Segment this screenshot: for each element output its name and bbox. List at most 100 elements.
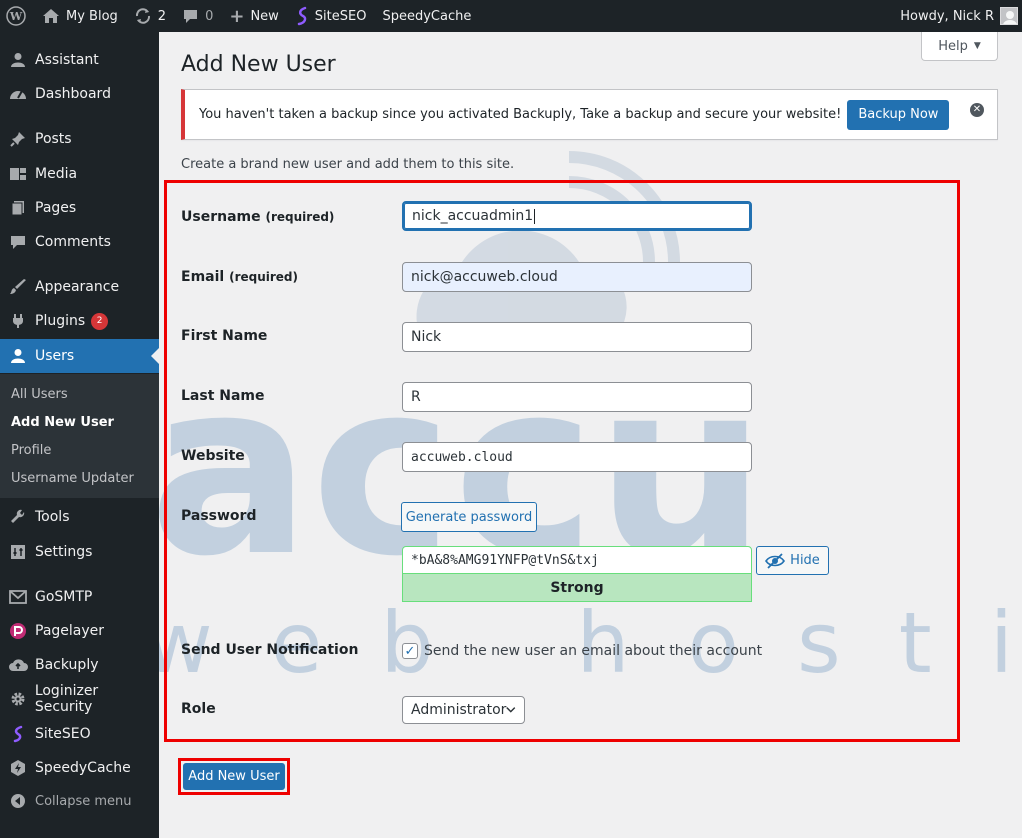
gear-icon	[8, 689, 28, 709]
menu-tools[interactable]: Tools	[0, 500, 159, 534]
chevron-down-icon	[506, 707, 516, 713]
email-value: nick@accuweb.cloud	[411, 269, 558, 285]
brush-icon	[8, 277, 28, 297]
speedycache-link[interactable]: SpeedyCache	[374, 0, 479, 32]
submenu-all-users[interactable]: All Users	[11, 387, 68, 402]
menu-label: Plugins	[35, 313, 86, 329]
speedycache-label: SpeedyCache	[382, 8, 472, 24]
new-content-link[interactable]: + New	[221, 0, 286, 32]
menu-siteseo[interactable]: SiteSEO	[0, 717, 159, 751]
email-input[interactable]: nick@accuweb.cloud	[402, 262, 752, 292]
password-label: Password	[181, 508, 257, 524]
submenu-username-updater[interactable]: Username Updater	[11, 471, 134, 486]
send-notification-checkbox[interactable]: ✓	[402, 643, 418, 659]
send-notification-text: Send the new user an email about their a…	[424, 643, 763, 659]
mail-icon	[8, 587, 28, 607]
username-label-text: Username	[181, 209, 261, 225]
website-input[interactable]: accuweb.cloud	[402, 442, 752, 472]
plugins-update-badge: 2	[91, 312, 109, 330]
person-icon	[8, 50, 28, 70]
menu-label: Pagelayer	[35, 623, 105, 639]
menu-assistant[interactable]: Assistant	[0, 43, 159, 77]
password-input[interactable]: *bA&8%AMG91YNFP@tVnS&txj	[402, 546, 752, 574]
siteseo-icon	[297, 6, 307, 26]
checkmark-icon: ✓	[404, 643, 416, 659]
last-name-input[interactable]: R	[402, 382, 752, 412]
role-select[interactable]: Administrator	[402, 696, 525, 724]
site-name-link[interactable]: My Blog	[34, 0, 126, 32]
menu-label: Pages	[35, 200, 77, 216]
menu-users[interactable]: Users	[0, 339, 159, 373]
menu-label: Dashboard	[35, 86, 111, 102]
menu-label: SiteSEO	[35, 726, 91, 742]
strength-label: Strong	[550, 579, 604, 596]
add-new-user-label: Add New User	[188, 769, 280, 784]
backup-now-button[interactable]: Backup Now	[847, 99, 950, 130]
menu-appearance[interactable]: Appearance	[0, 270, 159, 304]
menu-label: GoSMTP	[35, 589, 93, 605]
menu-pagelayer[interactable]: Pagelayer	[0, 614, 159, 648]
refresh-icon	[135, 8, 150, 24]
menu-comments[interactable]: Comments	[0, 225, 159, 259]
media-icon	[8, 164, 28, 184]
generate-password-button[interactable]: Generate password	[401, 502, 537, 532]
comments-link[interactable]: 0	[174, 0, 221, 32]
first-name-input[interactable]: Nick	[402, 322, 752, 352]
updates-link[interactable]: 2	[126, 0, 174, 32]
help-label: Help	[938, 38, 968, 54]
hide-password-button[interactable]: Hide	[756, 546, 829, 575]
notification-label: Send User Notification	[181, 642, 359, 658]
menu-label: Collapse menu	[35, 793, 132, 809]
menu-plugins[interactable]: Plugins 2	[0, 304, 159, 338]
eye-hidden-icon	[765, 552, 786, 569]
submenu-add-new-user[interactable]: Add New User	[11, 415, 114, 430]
page-title: Add New User	[181, 52, 336, 77]
pin-icon	[8, 129, 28, 149]
menu-label: Users	[35, 348, 75, 364]
menu-loginizer-security[interactable]: Loginizer Security	[0, 682, 159, 716]
username-input[interactable]: nick_accuadmin1	[402, 201, 752, 231]
my-account-link[interactable]: Howdy, Nick R	[892, 0, 1022, 32]
menu-label: Settings	[35, 544, 93, 560]
add-new-user-button[interactable]: Add New User	[183, 763, 285, 790]
menu-pages[interactable]: Pages	[0, 191, 159, 225]
role-label: Role	[181, 701, 216, 717]
wrench-icon	[8, 507, 28, 527]
pagelayer-icon	[8, 621, 28, 641]
username-value: nick_accuadmin1	[412, 208, 534, 224]
siteseo-link[interactable]: SiteSEO	[287, 0, 375, 32]
menu-settings[interactable]: Settings	[0, 535, 159, 569]
required-note: (required)	[229, 270, 298, 284]
greeting: Howdy, Nick R	[900, 8, 994, 24]
hide-label: Hide	[790, 553, 820, 568]
username-label: Username (required)	[181, 209, 334, 225]
notice-text: You haven't taken a backup since you act…	[199, 107, 842, 122]
menu-label: SpeedyCache	[35, 760, 131, 776]
wordpress-logo-icon[interactable]: W	[0, 0, 34, 32]
caret-down-icon: ▼	[973, 41, 981, 51]
menu-speedycache[interactable]: SpeedyCache	[0, 751, 159, 785]
admin-bar: W My Blog 2 0 + New SiteSEO SpeedyCache …	[0, 0, 1022, 32]
settings-icon	[8, 542, 28, 562]
dismiss-icon[interactable]: ✕	[970, 103, 984, 117]
help-button[interactable]: Help ▼	[921, 32, 998, 61]
comment-icon	[184, 10, 198, 23]
avatar	[1000, 7, 1018, 25]
menu-gosmtp[interactable]: GoSMTP	[0, 580, 159, 614]
menu-label: Media	[35, 166, 78, 182]
generate-password-label: Generate password	[405, 509, 533, 525]
menu-collapse[interactable]: Collapse menu	[0, 784, 159, 818]
intro-text: Create a brand new user and add them to …	[181, 157, 515, 172]
submenu-profile[interactable]: Profile	[11, 443, 51, 458]
menu-posts[interactable]: Posts	[0, 122, 159, 156]
password-strength-meter: Strong	[402, 574, 752, 602]
menu-label: Comments	[35, 234, 111, 250]
email-label-text: Email	[181, 269, 225, 285]
pages-icon	[8, 198, 28, 218]
comments-count: 0	[205, 8, 214, 24]
menu-dashboard[interactable]: Dashboard	[0, 77, 159, 111]
menu-backuply[interactable]: Backuply	[0, 648, 159, 682]
menu-media[interactable]: Media	[0, 157, 159, 191]
required-note: (required)	[265, 210, 335, 224]
plus-icon: +	[229, 5, 245, 27]
